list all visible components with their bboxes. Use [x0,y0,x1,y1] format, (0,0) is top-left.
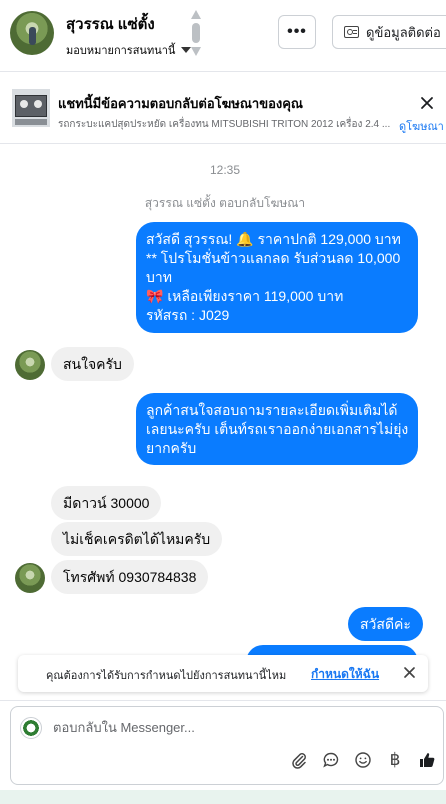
composer-box[interactable]: ฿ [10,706,444,785]
assign-to-me-link[interactable]: กำหนดให้ฉัน [311,665,379,684]
outgoing-message[interactable]: สวัสดีค่ะ [348,607,423,641]
customer-avatar-small[interactable] [15,350,45,380]
footer-strip [0,790,446,804]
incoming-message[interactable]: มีดาวน์ 30000 [51,486,162,520]
incoming-message[interactable]: สนใจครับ [51,347,134,381]
message-line: เลยนะครับ เต็นท์รถเราออกง่ายเอกสารไม่ยุ่… [146,421,409,437]
more-options-button[interactable]: ••• [278,15,316,49]
chevron-up-icon[interactable] [191,10,201,19]
message-line: สวัสดี สุวรรณ! 🔔 ราคาปกติ 129,000 บาท [146,231,401,247]
assign-label: มอบหมายการสนทนานี้ [66,45,176,57]
assign-dropdown[interactable]: มอบหมายการสนทนานี้ [66,41,192,59]
chevron-down-icon[interactable] [191,47,201,56]
assign-notice: คุณต้องการได้รับการกำหนดไปยังการสนทนานี้… [18,655,428,692]
page-avatar [20,717,42,739]
message-thread: 12:35 สุวรรณ แซ่ตั้ง ตอบกลับโฆษณา สวัสดี… [0,145,446,690]
baht-icon[interactable]: ฿ [384,749,406,771]
incoming-message[interactable]: ไม่เช็คเครดิตได้ไหมครับ [51,522,223,556]
message-line: รหัสรถ : J029 [146,307,230,323]
customer-avatar[interactable] [10,11,54,55]
like-icon[interactable] [416,749,438,771]
close-icon[interactable] [403,666,416,679]
switcher-handle[interactable] [192,23,200,43]
ad-banner-title: แชทนี้มีข้อความตอบกลับต่อโฆษณาของคุณ [58,96,303,111]
reply-input[interactable] [53,720,423,735]
view-contact-button[interactable]: ดูข้อมูลติดต่อ [332,15,446,49]
incoming-message[interactable]: โทรศัพท์ 0930784838 [51,560,209,594]
message-timestamp: 12:35 [209,163,241,177]
message-line: 🎀 เหลือเพียงราคา 119,000 บาท [146,288,344,304]
assign-notice-text: คุณต้องการได้รับการกำหนดไปยังการสนทนานี้… [46,670,287,682]
view-contact-label: ดูข้อมูลติดต่อ [366,24,441,40]
emoji-icon[interactable] [352,749,374,771]
outgoing-message[interactable]: สวัสดี สุวรรณ! 🔔 ราคาปกติ 129,000 บาท **… [136,222,418,333]
contact-card-icon [344,26,359,38]
close-icon[interactable] [420,96,434,110]
customer-name[interactable]: สุวรรณ แซ่ตั้ง [66,12,155,36]
replied-to-ad-note: สุวรรณ แซ่ตั้ง ตอบกลับโฆษณา [144,196,306,210]
message-line: ลูกค้าสนใจสอบถามรายละเอียดเพิ่มเติมได้ [146,402,398,418]
conversation-header: สุวรรณ แซ่ตั้ง มอบหมายการสนทนานี้ ••• ดู… [0,0,446,72]
outgoing-message[interactable]: ลูกค้าสนใจสอบถามรายละเอียดเพิ่มเติมได้ เ… [136,393,418,465]
ad-thumbnail[interactable] [12,89,50,127]
ad-reply-banner: แชทนี้มีข้อความตอบกลับต่อโฆษณาของคุณ รถก… [0,73,446,144]
message-line: ยากครับ [146,440,197,456]
ad-banner-subtitle: รถกระบะแคปสุดประหยัด เครื่องทน MITSUBISH… [58,119,391,130]
customer-avatar-small[interactable] [15,563,45,593]
saved-reply-icon[interactable] [320,749,342,771]
message-line: ** โปรโมชั่นข้าวแลกลด รับส่วนลด 10,000 [146,250,401,266]
attachment-icon[interactable] [288,749,310,771]
conversation-switcher[interactable] [190,10,202,56]
composer: ฿ [0,700,446,790]
message-line: บาท [146,269,172,285]
view-ad-link[interactable]: ดูโฆษณา [399,117,444,135]
